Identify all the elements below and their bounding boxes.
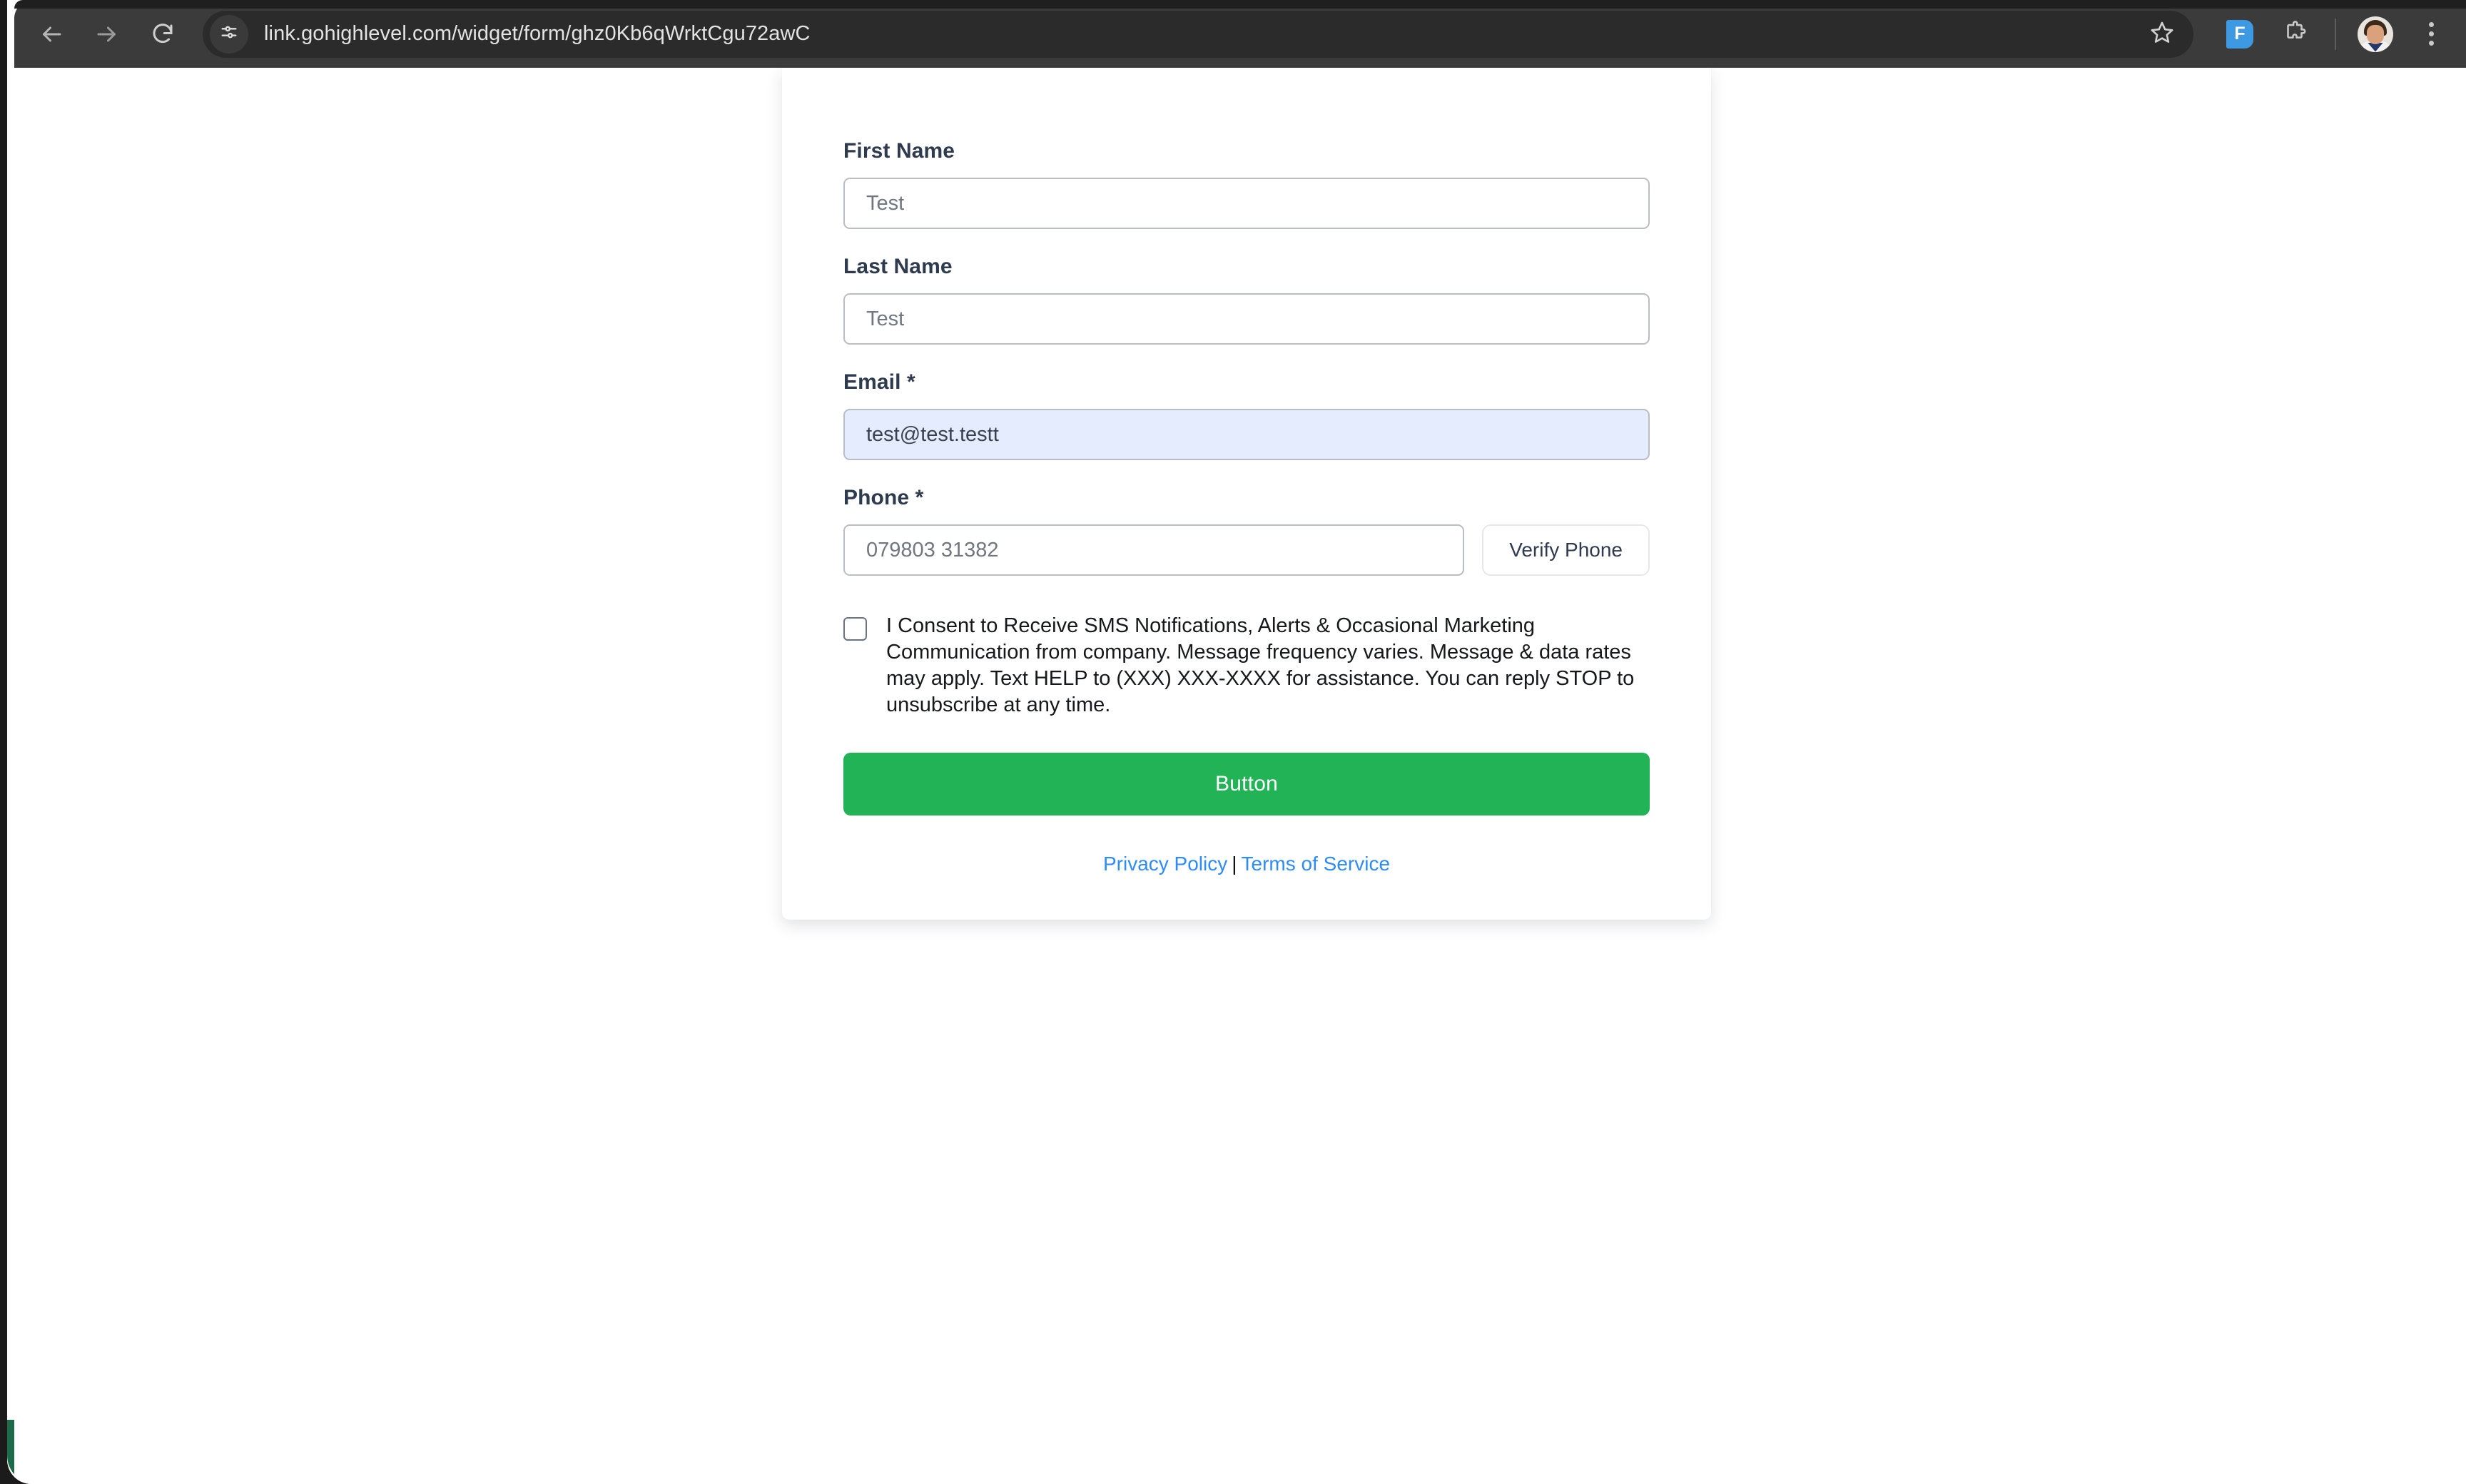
browser-menu-button[interactable] [2409, 12, 2453, 56]
extensions-button[interactable] [2273, 12, 2318, 56]
form-card: First Name Last Name Email * Phone * [782, 68, 1711, 920]
form-filler-extension-icon: F [2226, 19, 2253, 49]
phone-row: Verify Phone [843, 524, 1650, 576]
terms-of-service-link[interactable]: Terms of Service [1242, 853, 1391, 875]
phone-label: Phone * [843, 486, 924, 509]
back-arrow-icon [39, 21, 64, 47]
privacy-policy-link[interactable]: Privacy Policy [1103, 853, 1227, 875]
first-name-label: First Name [843, 139, 955, 163]
email-label: Email * [843, 370, 915, 394]
field-group-last-name: Last Name [843, 255, 1650, 345]
consent-row: I Consent to Receive SMS Notifications, … [843, 613, 1650, 718]
tune-sliders-icon [219, 22, 239, 46]
field-group-first-name: First Name [843, 139, 1650, 229]
forward-arrow-icon [94, 21, 120, 47]
url-text: link.gohighlevel.com/widget/form/ghz0Kb6… [264, 22, 811, 45]
browser-viewport: First Name Last Name Email * Phone * [7, 0, 2466, 1484]
profile-button[interactable] [2353, 12, 2398, 56]
field-group-phone: Phone * Verify Phone [843, 486, 1650, 576]
forward-button[interactable] [80, 7, 134, 61]
submit-button[interactable]: Button [843, 753, 1650, 816]
site-settings-button[interactable] [210, 14, 248, 54]
browser-window-frame: First Name Last Name Email * Phone * [0, 0, 2466, 1484]
address-bar[interactable]: link.gohighlevel.com/widget/form/ghz0Kb6… [203, 10, 2193, 58]
field-group-email: Email * [843, 370, 1650, 460]
browser-toolbar: link.gohighlevel.com/widget/form/ghz0Kb6… [14, 0, 2466, 68]
bookmark-button[interactable] [2139, 11, 2185, 57]
phone-input[interactable] [843, 524, 1465, 576]
reload-button[interactable] [136, 7, 190, 61]
avatar [2358, 16, 2393, 52]
three-dot-menu-icon [2428, 20, 2434, 48]
extension-f-button[interactable]: F [2218, 12, 2262, 56]
window-title-strip [14, 0, 2466, 9]
toolbar-right-actions: F [2212, 12, 2459, 56]
verify-phone-button[interactable]: Verify Phone [1482, 524, 1650, 576]
footer-separator: | [1232, 853, 1237, 875]
form-footer: Privacy Policy | Terms of Service [843, 853, 1650, 875]
page-content: First Name Last Name Email * Phone * [14, 68, 2466, 1484]
toolbar-divider [2335, 18, 2336, 50]
star-outline-icon [2150, 20, 2174, 48]
reload-icon [150, 21, 176, 47]
sms-consent-label: I Consent to Receive SMS Notifications, … [886, 614, 1635, 717]
back-button[interactable] [24, 7, 78, 61]
email-input[interactable] [843, 409, 1650, 460]
first-name-input[interactable] [843, 178, 1650, 229]
sms-consent-checkbox[interactable] [843, 617, 867, 641]
last-name-label: Last Name [843, 255, 953, 278]
last-name-input[interactable] [843, 293, 1650, 345]
puzzle-piece-icon [2283, 20, 2308, 48]
